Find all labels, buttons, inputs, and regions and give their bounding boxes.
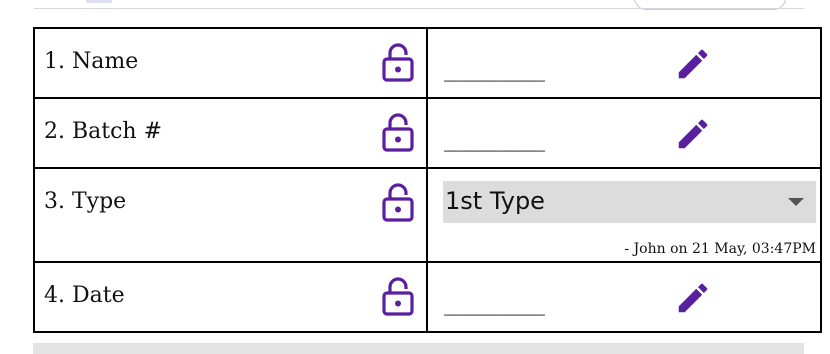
type-select[interactable]: 1st Type bbox=[443, 181, 816, 223]
form-table: 1. Name __________ 2. Batch # __________ bbox=[33, 27, 822, 333]
form-row-date: 4. Date __________ bbox=[33, 261, 822, 333]
value-cell: __________ bbox=[426, 261, 822, 333]
field-label: 4. Date bbox=[44, 283, 125, 308]
type-select-value: 1st Type bbox=[445, 187, 545, 215]
field-label: 2. Batch # bbox=[44, 119, 163, 144]
field-value-blank[interactable]: __________ bbox=[444, 57, 545, 82]
field-value-blank[interactable]: __________ bbox=[444, 291, 545, 316]
form-row-batch: 2. Batch # __________ bbox=[33, 97, 822, 169]
unlock-icon[interactable] bbox=[381, 42, 415, 82]
edit-note: - John on 21 May, 03:47PM bbox=[624, 241, 816, 257]
value-cell: 1st Type - John on 21 May, 03:47PM bbox=[426, 167, 822, 263]
field-value-blank[interactable]: __________ bbox=[444, 127, 545, 152]
form-row-type: 3. Type 1st Type - John on 21 May, 03:47… bbox=[33, 167, 822, 263]
pencil-icon[interactable] bbox=[674, 45, 712, 83]
field-label: 1. Name bbox=[44, 49, 139, 74]
bottom-bar bbox=[33, 343, 804, 354]
field-label: 3. Type bbox=[44, 189, 127, 214]
value-cell: __________ bbox=[426, 27, 822, 99]
form-row-name: 1. Name __________ bbox=[33, 27, 822, 99]
unlock-icon[interactable] bbox=[381, 182, 415, 222]
chevron-down-icon bbox=[788, 198, 804, 206]
label-cell: 4. Date bbox=[33, 261, 428, 333]
label-cell: 1. Name bbox=[33, 27, 428, 99]
top-divider bbox=[34, 8, 804, 9]
label-cell: 3. Type bbox=[33, 167, 428, 263]
value-cell: __________ bbox=[426, 97, 822, 169]
top-faint-text bbox=[50, 0, 120, 4]
pencil-icon[interactable] bbox=[674, 279, 712, 317]
label-cell: 2. Batch # bbox=[33, 97, 428, 169]
unlock-icon[interactable] bbox=[381, 112, 415, 152]
pencil-icon[interactable] bbox=[674, 115, 712, 153]
unlock-icon[interactable] bbox=[381, 276, 415, 316]
